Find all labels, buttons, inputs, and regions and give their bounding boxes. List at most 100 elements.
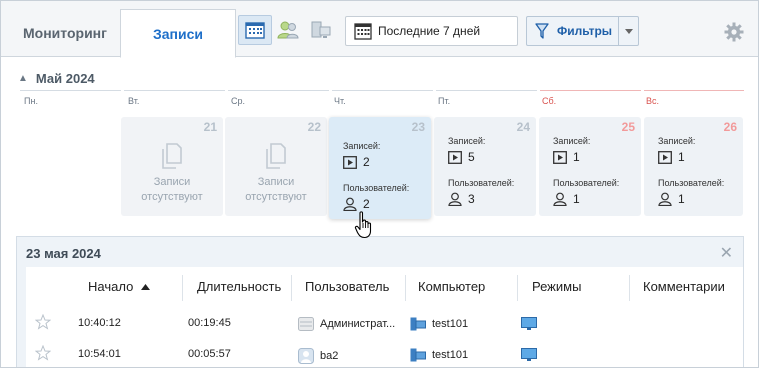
records-value: 5 (468, 150, 475, 164)
column-header-duration[interactable]: Длительность (197, 279, 281, 294)
day-details-panel: 23 мая 2024 ✕ Начало Длительность Пользо… (16, 236, 744, 367)
play-icon (343, 155, 357, 169)
computers-icon (311, 21, 331, 38)
calendar-view-button[interactable] (238, 15, 272, 45)
play-icon (448, 150, 462, 164)
records-count: 2 (343, 155, 370, 169)
day-card-empty[interactable]: 22 Записи отсутствуют (225, 117, 327, 216)
weekday-label: Вс. (646, 96, 660, 106)
user-name: Администрат... (320, 318, 396, 330)
day-number: 21 (203, 120, 217, 134)
star-icon[interactable] (35, 314, 51, 330)
user-cell: Администрат... (298, 317, 395, 331)
chevron-up-icon: ▲ (18, 73, 28, 84)
month-header[interactable]: ▲ Май 2024 (18, 71, 95, 86)
records-count: 1 (553, 150, 580, 164)
day-card[interactable]: 26 Записей: 1 Пользователей: 1 (644, 117, 743, 216)
users-count: 1 (553, 192, 580, 206)
day-card-selected[interactable]: 23 Записей: 2 Пользователей: 2 (329, 117, 431, 219)
computers-view-button[interactable] (304, 15, 338, 45)
records-label: Записей: (343, 141, 381, 151)
weekday-label: Чт. (334, 96, 346, 106)
records-label: Записей: (658, 136, 696, 146)
start-time: 10:54:01 (78, 348, 121, 360)
table-row[interactable]: 10:54:01 00:05:57 ba2 test101 (26, 340, 743, 367)
calendar-icon (354, 23, 372, 40)
no-records-text: Записи отсутствуют (121, 175, 223, 205)
weekday-divider (228, 90, 329, 91)
duration: 00:05:57 (188, 348, 231, 360)
hand-cursor-icon (354, 211, 372, 239)
column-header-label: Начало (88, 279, 134, 294)
day-number: 25 (621, 120, 635, 134)
column-header-modes[interactable]: Режимы (532, 279, 581, 294)
user-cell: ba2 (298, 348, 338, 364)
no-records-line: Записи (257, 176, 295, 188)
star-icon[interactable] (35, 345, 51, 361)
start-time: 10:40:12 (78, 317, 121, 329)
records-value: 1 (678, 150, 685, 164)
no-records-line: Записи (153, 176, 191, 188)
records-count: 1 (658, 150, 685, 164)
weekday-divider (332, 90, 433, 91)
server-icon (298, 317, 314, 331)
day-number: 22 (307, 120, 321, 134)
modes-cell (521, 317, 543, 331)
settings-button[interactable] (723, 21, 745, 43)
no-records-line: отсутствуют (141, 191, 203, 203)
users-label: Пользователей: (343, 183, 410, 193)
filters-button[interactable]: Фильтры (527, 17, 620, 45)
day-card-empty[interactable]: 21 Записи отсутствуют (121, 117, 223, 216)
table-row[interactable]: 10:40:12 00:19:45 Администрат... test101 (26, 309, 743, 339)
monitor-icon (521, 348, 537, 361)
users-label: Пользователей: (553, 178, 620, 188)
user-icon (343, 197, 357, 211)
computer-icon (410, 317, 426, 331)
weekday-divider (124, 90, 225, 91)
computer-cell: test101 (410, 317, 468, 331)
month-label: Май 2024 (35, 71, 95, 86)
records-count: 5 (448, 150, 475, 164)
filters-dropdown-button[interactable] (619, 17, 638, 45)
play-icon (658, 150, 672, 164)
computer-name: test101 (432, 349, 469, 361)
computer-name: test101 (432, 318, 469, 330)
day-card[interactable]: 24 Записей: 5 Пользователей: 3 (434, 117, 536, 216)
records-value: 1 (573, 150, 580, 164)
app-window: Мониторинг Записи Последние 7 дней Фильт… (0, 0, 759, 368)
column-divider (405, 275, 406, 301)
top-toolbar: Мониторинг Записи Последние 7 дней Фильт… (1, 1, 758, 58)
day-number: 23 (411, 120, 425, 134)
users-label: Пользователей: (448, 178, 515, 188)
users-value: 1 (573, 192, 580, 206)
duration: 00:19:45 (188, 317, 231, 329)
day-card[interactable]: 25 Записей: 1 Пользователей: 1 (539, 117, 641, 216)
user-icon (658, 192, 672, 206)
column-header-computer[interactable]: Компьютер (418, 279, 485, 294)
chevron-down-icon (624, 28, 633, 34)
date-range-select[interactable]: Последние 7 дней (345, 16, 518, 46)
no-records-line: отсутствуют (245, 191, 307, 203)
weekday-label: Ср. (231, 96, 246, 106)
weekday-divider (436, 90, 537, 91)
funnel-icon (535, 23, 549, 39)
computer-icon (410, 348, 426, 362)
weekday-label: Пн. (24, 96, 38, 106)
column-divider (517, 275, 518, 301)
user-icon (448, 192, 462, 206)
records-label: Записей: (448, 136, 486, 146)
close-icon[interactable]: ✕ (720, 243, 733, 263)
tab-monitoring[interactable]: Мониторинг (9, 9, 121, 57)
tab-records[interactable]: Записи (120, 9, 236, 58)
users-view-button[interactable] (271, 15, 305, 45)
column-header-comments[interactable]: Комментарии (643, 279, 725, 294)
modes-cell (521, 348, 543, 362)
day-number: 26 (723, 120, 737, 134)
weekday-label: Сб. (542, 96, 557, 106)
records-label: Записей: (553, 136, 591, 146)
column-divider (629, 275, 630, 301)
column-header-start[interactable]: Начало (88, 279, 151, 294)
documents-icon (162, 143, 182, 169)
users-count: 1 (658, 192, 685, 206)
column-header-user[interactable]: Пользователь (305, 279, 389, 294)
